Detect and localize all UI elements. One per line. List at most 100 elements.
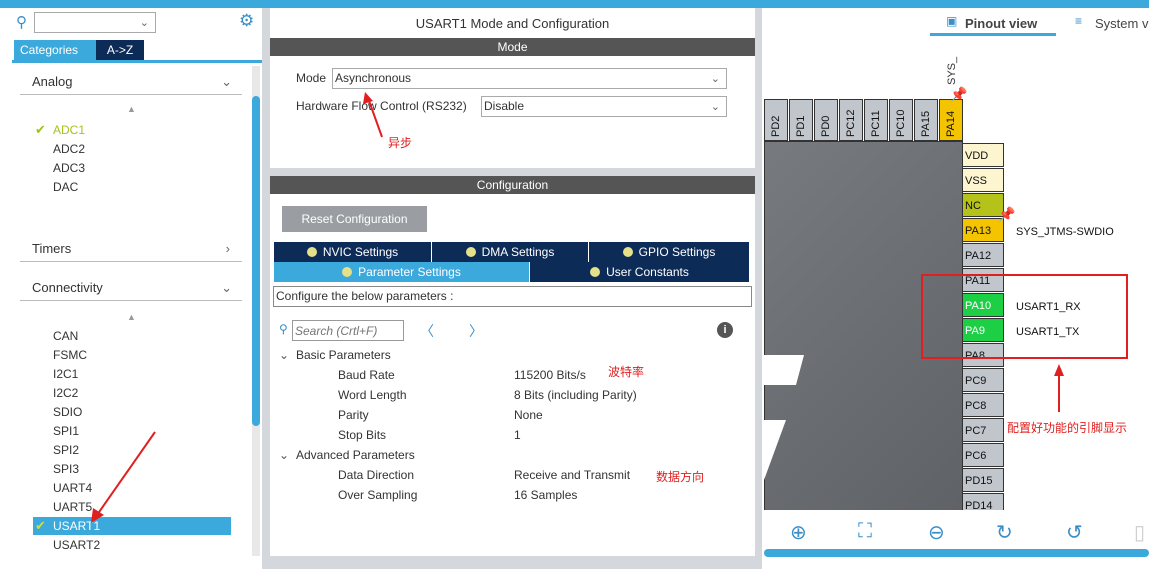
pin-pc9[interactable]: PC9 bbox=[962, 368, 1004, 392]
param-value[interactable]: 16 Samples bbox=[514, 488, 577, 502]
param-value[interactable]: Receive and Transmit bbox=[514, 468, 630, 482]
check-circle-icon bbox=[306, 247, 317, 257]
group-advanced-parameters[interactable]: Advanced Parameters bbox=[296, 448, 415, 462]
sort-icon[interactable]: ▲ bbox=[127, 312, 136, 322]
param-name: Baud Rate bbox=[338, 368, 395, 382]
pushpin-icon: 📌 bbox=[998, 206, 1016, 222]
chevron-down-icon[interactable]: ⌄ bbox=[279, 348, 289, 362]
list-item-spi2[interactable]: SPI2 bbox=[53, 443, 79, 457]
info-icon[interactable]: i bbox=[717, 322, 733, 338]
zoom-out-icon[interactable]: ⊖ bbox=[928, 520, 945, 545]
check-circle-icon bbox=[465, 247, 476, 257]
annotation-pins: 配置好功能的引脚显示 bbox=[1007, 421, 1128, 435]
pin-vdd[interactable]: VDD bbox=[962, 143, 1004, 167]
pin-pa15[interactable]: PA15 bbox=[914, 99, 938, 141]
param-value[interactable]: 115200 Bits/s bbox=[514, 368, 586, 382]
toolbar bbox=[762, 510, 1149, 550]
pin-pd1[interactable]: PD1 bbox=[789, 99, 813, 141]
pin-pc10[interactable]: PC10 bbox=[889, 99, 913, 141]
pin-pd15[interactable]: PD15 bbox=[962, 468, 1004, 492]
tab-user-constants[interactable]: User Constants bbox=[530, 262, 749, 282]
chevron-down-icon: ⌄ bbox=[221, 74, 232, 89]
mode-select[interactable]: Asynchronous ⌄ bbox=[332, 68, 727, 89]
chevron-down-icon: ⌄ bbox=[221, 280, 232, 295]
param-name: Data Direction bbox=[338, 468, 415, 482]
group-basic-parameters[interactable]: Basic Parameters bbox=[296, 348, 391, 362]
list-item-usart2[interactable]: USART2 bbox=[53, 538, 100, 552]
pin-pc12[interactable]: PC12 bbox=[839, 99, 863, 141]
tab-parameter-settings[interactable]: Parameter Settings bbox=[274, 262, 529, 282]
chevron-down-icon: ⌄ bbox=[710, 73, 720, 85]
annotation-baud: 波特率 bbox=[608, 365, 645, 379]
list-item-spi1[interactable]: SPI1 bbox=[53, 424, 79, 438]
pin-vss[interactable]: VSS bbox=[962, 168, 1004, 192]
next-icon[interactable]: 〉 bbox=[469, 321, 483, 341]
split-view-icon[interactable]: ▯ bbox=[1134, 520, 1145, 545]
divider bbox=[270, 168, 755, 176]
list-item-can[interactable]: CAN bbox=[53, 329, 78, 343]
chip-icon: ▣ bbox=[946, 14, 958, 28]
tab-system-view[interactable]: System v bbox=[1095, 16, 1148, 31]
chevron-down-icon[interactable]: ⌄ bbox=[279, 448, 289, 462]
param-value[interactable]: None bbox=[514, 408, 543, 422]
tab-dma-settings[interactable]: DMA Settings bbox=[432, 242, 588, 262]
tab-nvic-settings[interactable]: NVIC Settings bbox=[274, 242, 431, 262]
check-circle-icon bbox=[590, 267, 601, 277]
config-header: Configuration bbox=[270, 176, 755, 194]
list-item-i2c2[interactable]: I2C2 bbox=[53, 386, 78, 400]
annotation-arrow bbox=[1054, 364, 1064, 412]
panel-title: USART1 Mode and Configuration bbox=[415, 16, 610, 31]
param-name: Word Length bbox=[338, 388, 407, 402]
param-value[interactable]: 8 Bits (including Parity) bbox=[514, 388, 637, 402]
pin-label-pa13: SYS_JTMS-SWDIO bbox=[1016, 226, 1114, 238]
gear-icon[interactable]: ⚙ bbox=[239, 11, 254, 31]
pin-pd2[interactable]: PD2 bbox=[764, 99, 788, 141]
list-item-adc2[interactable]: ADC2 bbox=[53, 142, 85, 156]
search-icon: ⚲ bbox=[279, 322, 288, 336]
tab-gpio-settings[interactable]: GPIO Settings bbox=[589, 242, 749, 262]
list-item-i2c1[interactable]: I2C1 bbox=[53, 367, 78, 381]
zoom-in-icon[interactable]: ⊕ bbox=[790, 520, 807, 545]
tab-a-z[interactable]: A->Z bbox=[96, 40, 144, 60]
pin-label-top: SYS_ bbox=[946, 56, 958, 85]
param-value[interactable]: 1 bbox=[514, 428, 521, 442]
pin-pd0[interactable]: PD0 bbox=[814, 99, 838, 141]
pin-pa14[interactable]: PA14 bbox=[939, 99, 963, 141]
list-item-spi3[interactable]: SPI3 bbox=[53, 462, 79, 476]
pin-name: PC11 bbox=[870, 110, 882, 137]
sort-icon[interactable]: ▲ bbox=[127, 104, 136, 114]
top-bar bbox=[0, 0, 1149, 8]
scrollbar-thumb[interactable] bbox=[252, 96, 260, 426]
tab-categories[interactable]: Categories bbox=[14, 40, 96, 60]
rotate-left-icon[interactable]: ↺ bbox=[1066, 520, 1083, 545]
list-item-sdio[interactable]: SDIO bbox=[53, 405, 82, 419]
pin-pa12[interactable]: PA12 bbox=[962, 243, 1004, 267]
check-icon: ✔ bbox=[35, 122, 46, 137]
param-search-input[interactable] bbox=[292, 320, 404, 341]
pin-pc8[interactable]: PC8 bbox=[962, 393, 1004, 417]
reset-configuration-button[interactable]: Reset Configuration bbox=[282, 206, 427, 232]
search-icon: ⚲ bbox=[16, 14, 27, 31]
check-circle-icon bbox=[622, 247, 633, 257]
category-timers[interactable]: Timers › bbox=[20, 236, 242, 262]
list-item-dac[interactable]: DAC bbox=[53, 180, 78, 194]
pin-pc7[interactable]: PC7 bbox=[962, 418, 1004, 442]
fit-screen-icon[interactable]: ⛶ bbox=[858, 520, 872, 543]
chevron-right-icon: › bbox=[225, 241, 230, 256]
horizontal-scrollbar[interactable] bbox=[764, 549, 1149, 557]
category-connectivity[interactable]: Connectivity ⌄ bbox=[20, 275, 242, 301]
category-analog[interactable]: Analog ⌄ bbox=[20, 69, 242, 95]
annotation-arrow bbox=[91, 431, 156, 523]
pin-pc6[interactable]: PC6 bbox=[962, 443, 1004, 467]
list-item-adc1[interactable]: ADC1 bbox=[53, 123, 85, 137]
pin-pc11[interactable]: PC11 bbox=[864, 99, 888, 141]
mode-header: Mode bbox=[270, 38, 755, 56]
rotate-right-icon[interactable]: ↻ bbox=[996, 520, 1013, 545]
list-item-fsmc[interactable]: FSMC bbox=[53, 348, 87, 362]
previous-icon[interactable]: 〈 bbox=[420, 321, 434, 341]
list-item-adc3[interactable]: ADC3 bbox=[53, 161, 85, 175]
tab-pinout-view[interactable]: Pinout view bbox=[965, 16, 1037, 31]
search-input[interactable]: ⌄ bbox=[34, 12, 156, 33]
config-panel: USART1 Mode and Configuration Mode Mode … bbox=[270, 8, 755, 569]
flow-control-select[interactable]: Disable ⌄ bbox=[481, 96, 727, 117]
